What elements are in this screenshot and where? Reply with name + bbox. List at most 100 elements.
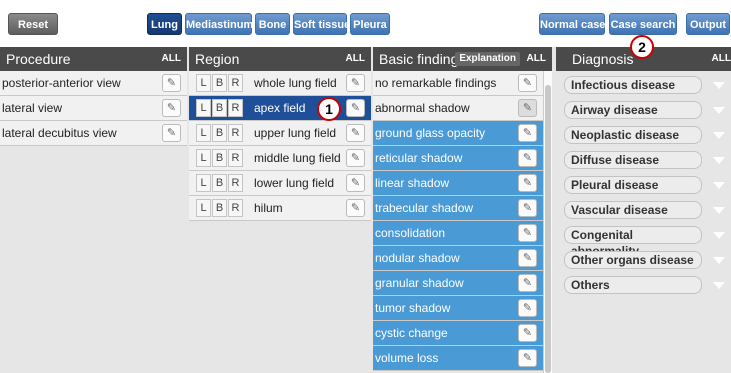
finding-item[interactable]: tumor shadow ✎: [373, 296, 543, 321]
procedure-item[interactable]: lateral view ✎: [0, 96, 187, 121]
side-selector: L B R: [196, 174, 244, 192]
diagnosis-category[interactable]: Diffuse disease: [556, 147, 731, 172]
edit-note-icon[interactable]: ✎: [162, 124, 181, 142]
finding-item[interactable]: granular shadow ✎: [373, 271, 543, 296]
left-side-toggle[interactable]: L: [196, 149, 211, 167]
tab-pleura[interactable]: Pleura: [350, 13, 390, 35]
edit-note-icon[interactable]: ✎: [346, 149, 365, 167]
both-side-toggle[interactable]: B: [212, 124, 227, 142]
edit-note-icon[interactable]: ✎: [518, 324, 537, 342]
triangle-down-icon[interactable]: [713, 282, 725, 289]
tab-lung[interactable]: Lung: [147, 13, 182, 35]
region-item[interactable]: L B R whole lung field ✎: [189, 71, 371, 96]
triangle-down-icon[interactable]: [713, 132, 725, 139]
triangle-down-icon[interactable]: [713, 207, 725, 214]
diagnosis-category[interactable]: Infectious disease: [556, 72, 731, 97]
finding-item[interactable]: cystic change ✎: [373, 321, 543, 346]
edit-note-icon[interactable]: ✎: [518, 124, 537, 142]
finding-item[interactable]: ground glass opacity ✎: [373, 121, 543, 146]
finding-item[interactable]: nodular shadow ✎: [373, 246, 543, 271]
right-side-toggle[interactable]: R: [228, 174, 243, 192]
edit-note-icon[interactable]: ✎: [518, 249, 537, 267]
edit-note-icon[interactable]: ✎: [518, 199, 537, 217]
diagnosis-category[interactable]: Pleural disease: [556, 172, 731, 197]
finding-item[interactable]: reticular shadow ✎: [373, 146, 543, 171]
procedure-all-toggle[interactable]: ALL: [162, 47, 181, 71]
tab-bone[interactable]: Bone: [255, 13, 290, 35]
finding-item-label: consolidation: [375, 226, 446, 240]
edit-note-icon[interactable]: ✎: [518, 74, 537, 92]
left-side-toggle[interactable]: L: [196, 124, 211, 142]
region-item-label: upper lung field: [254, 126, 337, 140]
edit-note-icon[interactable]: ✎: [346, 124, 365, 142]
both-side-toggle[interactable]: B: [212, 74, 227, 92]
right-side-toggle[interactable]: R: [228, 124, 243, 142]
triangle-down-icon[interactable]: [713, 182, 725, 189]
procedure-item[interactable]: posterior-anterior view ✎: [0, 71, 187, 96]
both-side-toggle[interactable]: B: [212, 174, 227, 192]
right-side-toggle[interactable]: R: [228, 149, 243, 167]
edit-note-icon[interactable]: ✎: [162, 99, 181, 117]
explanation-button[interactable]: Explanation: [455, 52, 520, 66]
side-selector: L B R: [196, 99, 244, 117]
tab-soft-tissue[interactable]: Soft tissue: [293, 13, 350, 35]
both-side-toggle[interactable]: B: [212, 99, 227, 117]
edit-note-icon[interactable]: ✎: [346, 99, 365, 117]
right-side-toggle[interactable]: R: [228, 199, 243, 217]
triangle-down-icon[interactable]: [713, 157, 725, 164]
diagnosis-category[interactable]: Neoplastic disease: [556, 122, 731, 147]
diagnosis-category[interactable]: Others: [556, 272, 731, 297]
region-header: Region ALL: [189, 47, 371, 71]
diagnosis-category[interactable]: Other organs disease: [556, 247, 731, 272]
region-all-toggle[interactable]: ALL: [346, 47, 365, 71]
case-search-button[interactable]: Case search: [609, 13, 677, 35]
procedure-item[interactable]: lateral decubitus view ✎: [0, 121, 187, 146]
finding-item-label: granular shadow: [375, 276, 464, 290]
right-side-toggle[interactable]: R: [228, 74, 243, 92]
edit-note-icon[interactable]: ✎: [346, 74, 365, 92]
edit-note-icon[interactable]: ✎: [346, 174, 365, 192]
normal-case-button[interactable]: Normal case: [539, 13, 605, 35]
both-side-toggle[interactable]: B: [212, 149, 227, 167]
region-item[interactable]: L B R middle lung field ✎: [189, 146, 371, 171]
triangle-down-icon[interactable]: [713, 232, 725, 239]
left-side-toggle[interactable]: L: [196, 99, 211, 117]
finding-item[interactable]: no remarkable findings ✎: [373, 71, 543, 96]
diagnosis-category[interactable]: Vascular disease: [556, 197, 731, 222]
tab-mediastinum[interactable]: Mediastinum: [185, 13, 253, 35]
finding-item[interactable]: abnormal shadow ✎: [373, 96, 543, 121]
finding-item[interactable]: linear shadow ✎: [373, 171, 543, 196]
edit-note-icon[interactable]: ✎: [518, 274, 537, 292]
both-side-toggle[interactable]: B: [212, 199, 227, 217]
triangle-down-icon[interactable]: [713, 107, 725, 114]
triangle-down-icon[interactable]: [713, 257, 725, 264]
region-item[interactable]: L B R hilum ✎: [189, 196, 371, 221]
region-item-selected[interactable]: L B R apex field ✎: [189, 96, 371, 121]
left-side-toggle[interactable]: L: [196, 174, 211, 192]
diagnosis-category[interactable]: Airway disease: [556, 97, 731, 122]
finding-item[interactable]: consolidation ✎: [373, 221, 543, 246]
edit-note-icon[interactable]: ✎: [518, 224, 537, 242]
edit-note-icon[interactable]: ✎: [518, 149, 537, 167]
edit-note-icon[interactable]: ✎: [162, 74, 181, 92]
edit-note-icon[interactable]: ✎: [518, 174, 537, 192]
edit-note-icon[interactable]: ✎: [346, 199, 365, 217]
scrollbar-thumb[interactable]: [545, 85, 551, 373]
region-item[interactable]: L B R lower lung field ✎: [189, 171, 371, 196]
edit-note-icon[interactable]: ✎: [518, 99, 537, 117]
output-button[interactable]: Output: [686, 13, 730, 35]
right-side-toggle[interactable]: R: [228, 99, 243, 117]
left-side-toggle[interactable]: L: [196, 74, 211, 92]
diagnosis-all-toggle[interactable]: ALL: [712, 47, 731, 71]
left-side-toggle[interactable]: L: [196, 199, 211, 217]
findings-scrollbar[interactable]: [543, 71, 552, 373]
reset-button[interactable]: Reset: [8, 13, 58, 35]
edit-note-icon[interactable]: ✎: [518, 349, 537, 367]
region-item[interactable]: L B R upper lung field ✎: [189, 121, 371, 146]
diagnosis-category[interactable]: Congenital abnormality: [556, 222, 731, 258]
finding-item[interactable]: trabecular shadow ✎: [373, 196, 543, 221]
finding-item[interactable]: volume loss ✎: [373, 346, 543, 371]
edit-note-icon[interactable]: ✎: [518, 299, 537, 317]
findings-all-toggle[interactable]: ALL: [527, 47, 546, 71]
triangle-down-icon[interactable]: [713, 82, 725, 89]
